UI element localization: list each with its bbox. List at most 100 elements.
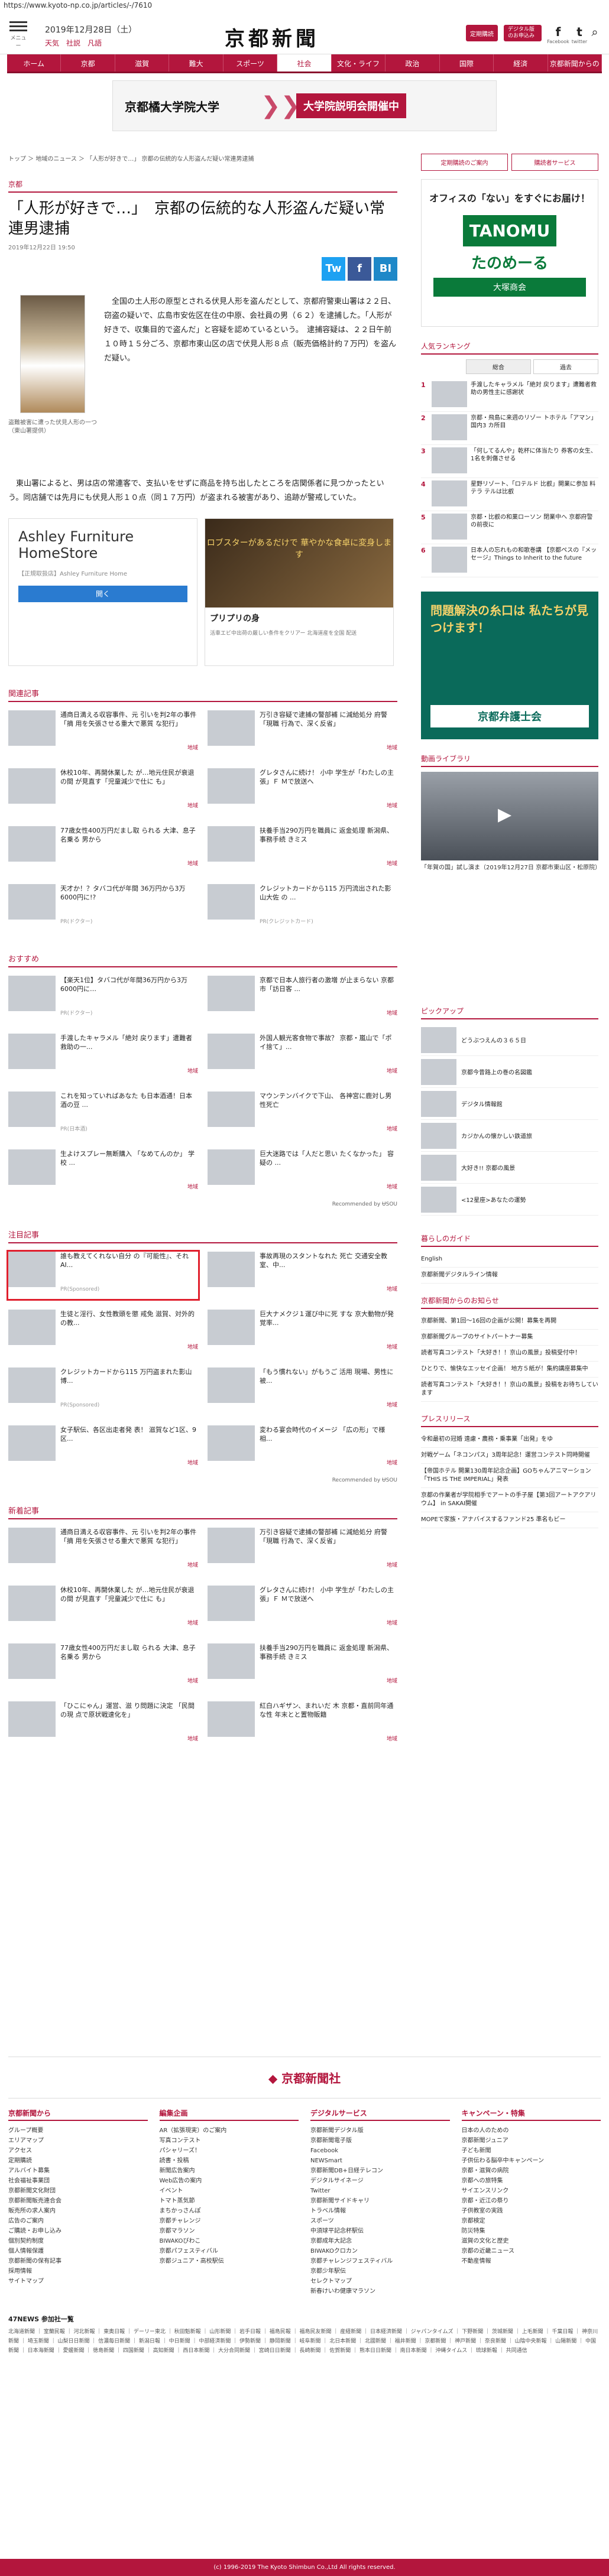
guide-link[interactable]: 京都新聞デジタルライン情報 xyxy=(421,1268,598,1284)
list-item[interactable]: 誰も教えてくれない自分 の『可能性』、それAI... PR(Sponsored) xyxy=(7,1250,200,1301)
footer-link[interactable]: 京都チャレンジ xyxy=(160,2216,299,2226)
footer-link[interactable]: Facebook xyxy=(310,2146,450,2156)
ad-otsuka[interactable]: オフィスの「ない」をすぐにお届け！ TANOMU たのめーる 大塚商会 xyxy=(421,179,598,327)
section-label[interactable]: 京都 xyxy=(8,179,397,193)
footer-link[interactable]: 京都新聞デジタル版 xyxy=(310,2126,450,2136)
footer-link[interactable]: トマト蒸気節 xyxy=(160,2196,299,2206)
nav-home[interactable]: ホーム xyxy=(7,54,61,72)
site-logo[interactable]: 京都新聞 xyxy=(225,22,319,51)
list-item[interactable]: 【楽天1位】タバコ代が年間36万円から3万6000円に… PR(ドクター) xyxy=(8,976,198,1023)
footer-link[interactable]: Twitter xyxy=(310,2186,450,2196)
footer-link[interactable]: 京都新聞電子版 xyxy=(310,2136,450,2146)
ranking-item[interactable]: 5 京都・比叡の和菓ローソン 閉業中へ 京都府警の前夜に xyxy=(421,511,598,544)
list-item[interactable]: 通商日満える収容事件、元 引いを判2年の事件「摘 用を矢張させる重大で悪質 な犯… xyxy=(8,710,198,758)
list-item[interactable]: 女子駅伝、各区出走者発 表！ 滋賀など1区、9区... 地域 xyxy=(8,1425,198,1473)
list-item[interactable]: グレタさんに続け！ 小中 学生が「わたしの主張」Ｆ Ｍで放送へ 地域 xyxy=(208,768,397,816)
footer-link[interactable]: 京都チャレンジフェスティバル xyxy=(310,2256,450,2266)
footer-link[interactable]: 子ども新聞 xyxy=(462,2146,601,2156)
list-item[interactable]: マウンテンバイクで下山、 各神宮に鹿対し男性死亡 地域 xyxy=(208,1092,397,1139)
footer-link[interactable]: エリアマップ xyxy=(8,2136,148,2146)
press-link[interactable]: 京都の作業者が学院相手でアートの手子屋【第3回アートアクアリウム】 in SAK… xyxy=(421,1488,598,1512)
pickup-item[interactable]: どうぶつえんの３６５日 xyxy=(421,1024,598,1056)
notice-link[interactable]: 京都新聞、第1回～16回の企画が公開！募集を再開 xyxy=(421,1314,598,1330)
ranking-item[interactable]: 1 手渡したキャラメル「絶対 戻ります」遭難者救助の男性主に感謝状 xyxy=(421,379,598,412)
search-icon[interactable]: ⌕ xyxy=(584,25,605,39)
nav-society[interactable]: 社会 xyxy=(277,54,332,72)
footer-link[interactable]: 滋賀の文化と歴史 xyxy=(462,2236,601,2246)
footer-link[interactable]: アルバイト募集 xyxy=(8,2166,148,2176)
footer-link[interactable]: 社会福祉事業団 xyxy=(8,2176,148,2186)
subscribe-button[interactable]: 定期購読 xyxy=(466,25,498,41)
footer-link[interactable]: イベント xyxy=(160,2186,299,2196)
footer-logo[interactable]: ◆ 京都新聞社 xyxy=(8,2057,601,2086)
list-item[interactable]: クレジットカードから115 万円盗まれた影山博... PR(Sponsored) xyxy=(8,1367,198,1415)
nav-world[interactable]: 国際 xyxy=(440,54,494,72)
ad-ashley[interactable]: Ashley Furniture HomeStore 【正規取扱店】Ashley… xyxy=(8,518,197,666)
footer-link[interactable]: 京都新聞の保有記事 xyxy=(8,2256,148,2266)
footer-link[interactable]: 京都パフェスティバル xyxy=(160,2246,299,2256)
footer-link[interactable]: 京都新聞サイドキャリ xyxy=(310,2196,450,2206)
list-item[interactable]: 巨大迷路では「人だと思い たくなかった」 容疑の ... 地域 xyxy=(208,1149,397,1197)
footer-link[interactable]: アクセス xyxy=(8,2146,148,2156)
ad-bar-association[interactable]: 問題解決の糸口は 私たちが見つけます！ 京都弁護士会 xyxy=(421,592,598,739)
nav-culture[interactable]: 文化・ライフ xyxy=(332,54,386,72)
recommended-by[interactable]: Recommended by ɄSOU xyxy=(8,1201,397,1207)
list-item[interactable]: グレタさんに続け！ 小中 学生が「わたしの主張」Ｆ Ｍで放送へ 地域 xyxy=(208,1586,397,1633)
footer-link[interactable]: 新聞広告案内 xyxy=(160,2166,299,2176)
footer-link[interactable]: Web広告の案内 xyxy=(160,2176,299,2186)
list-item[interactable]: 生徒と淫行、女性教頭を懲 戒免 滋賀、対外的の教... 地域 xyxy=(8,1310,198,1357)
footer-link[interactable]: BIWAKOクロカン xyxy=(310,2246,450,2256)
footer-link[interactable]: サイエンスリンク xyxy=(462,2186,601,2196)
pickup-item[interactable]: <12星座>あなたの運勢 xyxy=(421,1184,598,1216)
footer-link[interactable]: 防災特集 xyxy=(462,2226,601,2236)
nav-nandai[interactable]: 難大 xyxy=(169,54,223,72)
press-link[interactable]: 対戦ゲーム「ネコンパス」3周年記念！運営コンテスト同時開催 xyxy=(421,1448,598,1464)
footer-link[interactable]: スポーツ xyxy=(310,2216,450,2226)
facebook-icon[interactable]: f Facebook xyxy=(546,25,570,44)
list-item[interactable]: 外国人観光客食物で事故？ 京都・嵐山で「ポイ捨て」... 地域 xyxy=(208,1034,397,1081)
digital-button[interactable]: デジタル版のお申込み xyxy=(504,25,542,41)
hatena-share-button[interactable]: BI xyxy=(374,257,397,281)
nav-kyoto[interactable]: 京都 xyxy=(61,54,115,72)
footer-link[interactable]: NEWSmart xyxy=(310,2156,450,2166)
twitter-share-button[interactable]: Tw xyxy=(322,257,345,281)
footer-link[interactable]: 不動産情報 xyxy=(462,2256,601,2266)
footer-link[interactable]: 京都の近畿ニュース xyxy=(462,2246,601,2256)
list-item[interactable]: 77歳女性400万円だまし取 られる 大津、息子名乗る 男から 地域 xyxy=(8,1643,198,1691)
tab-overall[interactable]: 総合 xyxy=(466,359,531,374)
notice-link[interactable]: 読者写真コンテスト「大好き！！京山の風景」投稿をお待ちしています xyxy=(421,1378,598,1402)
footer-link[interactable]: 京都ジュニア・高校駅伝 xyxy=(160,2256,299,2266)
footer-link[interactable]: 広告のご案内 xyxy=(8,2216,148,2226)
ranking-item[interactable]: 2 京都・飛島に来週のリゾー トホテル「アマン」 国内3 カ所目 xyxy=(421,412,598,445)
list-item[interactable]: 「もう慣れない」がもうご 活用 現場、男性に被... 地域 xyxy=(208,1367,397,1415)
pickup-item[interactable]: 大好き!! 京都の風景 xyxy=(421,1152,598,1184)
footer-link[interactable]: 採用情報 xyxy=(8,2266,148,2276)
facebook-share-button[interactable]: f xyxy=(348,257,371,281)
notice-link[interactable]: ひとりで、愉快なエッセイ企画！ 地方５紙が！集約講座募集中 xyxy=(421,1362,598,1378)
nav-politics[interactable]: 政治 xyxy=(386,54,440,72)
menu-icon[interactable]: メニュー xyxy=(9,19,27,49)
footer-link[interactable]: 京都新聞DB+日経テレコン xyxy=(310,2166,450,2176)
footer-link[interactable]: 個別契約制度 xyxy=(8,2236,148,2246)
list-item[interactable]: 京都で日本人旅行者の激増 が止まらない 京都市「訪日客 ... 地域 xyxy=(208,976,397,1023)
footer-link[interactable]: 定期購読 xyxy=(8,2156,148,2166)
list-item[interactable]: 万引き容疑で逮捕の警部補 に減給処分 府警「現職 行為で、深く反省」 地域 xyxy=(208,710,397,758)
footer-link[interactable]: 読書・投稿 xyxy=(160,2156,299,2166)
footer-link[interactable]: 子供伝わる脳卒中キャンペーン xyxy=(462,2156,601,2166)
footer-link[interactable]: 販売所の求人案内 xyxy=(8,2206,148,2216)
notice-link[interactable]: 京都新聞グループのサイトパートナー募集 xyxy=(421,1330,598,1346)
list-item[interactable]: 生よけスプレー無断購入 「なめてんのか」 学校 ... 地域 xyxy=(8,1149,198,1197)
footer-link[interactable]: ご購読・お申し込み xyxy=(8,2226,148,2236)
editorial-link[interactable]: 社説 xyxy=(66,39,80,47)
47news-list[interactable]: 北海道新聞 ｜ 室蘭民報 ｜ 河北新報 ｜ 東奥日報 ｜ デーリー東北 ｜ 秋田… xyxy=(8,2327,601,2356)
footer-link[interactable]: トラベル情報 xyxy=(310,2206,450,2216)
footer-link[interactable]: グループ概要 xyxy=(8,2126,148,2136)
nav-sports[interactable]: スポーツ xyxy=(223,54,278,72)
footer-link[interactable]: 京都検定 xyxy=(462,2216,601,2226)
ad-open-button[interactable]: 開く xyxy=(18,586,187,602)
list-item[interactable]: 万引き容疑で逮捕の警部補 に減給処分 府警「現職 行為で、深く反省」 地域 xyxy=(208,1528,397,1575)
weather-link[interactable]: 天気 xyxy=(45,39,59,47)
footer-link[interactable]: 新春けいわ健康マラソン xyxy=(310,2286,450,2296)
press-link[interactable]: 【帝国ホテル 開業130周年記念企画】GOちゃんアニマーション「THIS IS … xyxy=(421,1464,598,1488)
notice-link[interactable]: 読者写真コンテスト「大好き！！京山の風景」投稿受付中！ xyxy=(421,1346,598,1362)
